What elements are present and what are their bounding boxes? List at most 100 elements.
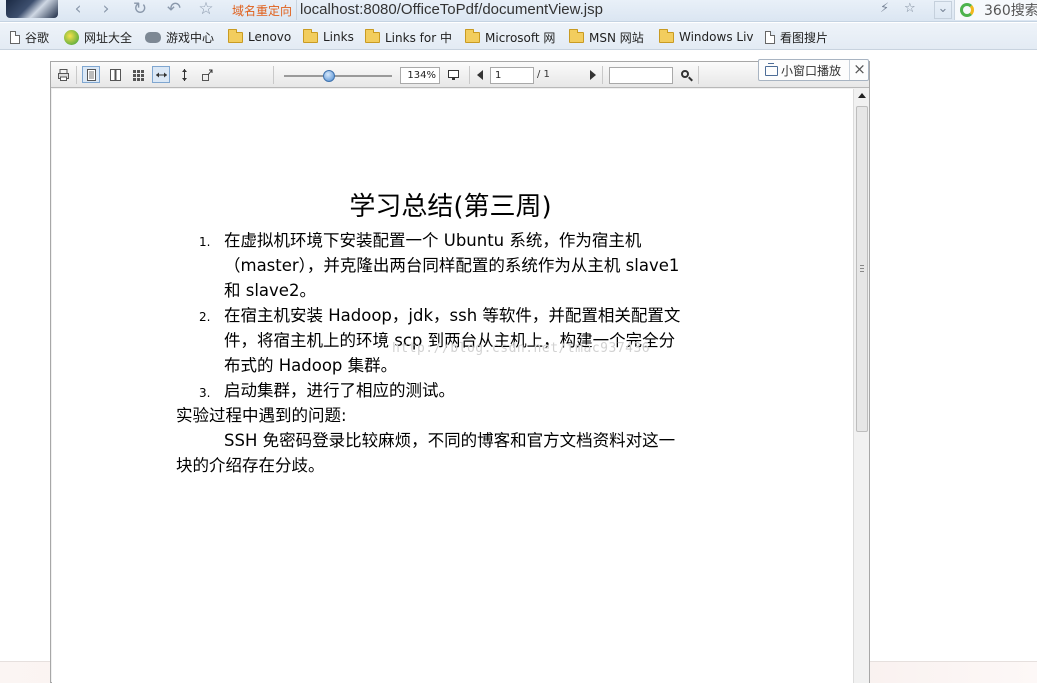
single-page-button[interactable] <box>82 66 100 83</box>
zoom-slider-thumb[interactable] <box>323 70 335 82</box>
bookmark-item[interactable]: 看图搜片 <box>765 27 828 47</box>
close-icon[interactable]: × <box>849 60 869 80</box>
bookmark-item[interactable]: Windows Liv <box>659 27 754 47</box>
toolbar-separator <box>76 66 77 84</box>
reload-icon[interactable]: ↻ <box>130 0 150 20</box>
bookmark-item[interactable]: Links for 中 <box>365 27 452 47</box>
address-input[interactable]: localhost:8080/OfficeToPdf/documentView.… <box>300 0 603 19</box>
lightning-icon[interactable]: ⚡ <box>880 1 889 16</box>
search-engine-box[interactable]: 360搜索 <box>954 0 1037 20</box>
bookmark-label: Lenovo <box>248 30 292 44</box>
bookmark-item[interactable]: MSN 网站 <box>569 27 644 47</box>
page-icon <box>765 30 775 44</box>
list-number: 2. <box>199 310 211 324</box>
print-button[interactable] <box>54 66 72 83</box>
two-page-icon <box>110 69 121 81</box>
problems-line: 块的介绍存在分歧。 <box>176 456 325 475</box>
undo-icon[interactable]: ↶ <box>164 0 184 20</box>
bookmark-item[interactable]: 网址大全 <box>64 27 132 47</box>
scroll-grip-icon <box>860 265 864 273</box>
bookmarks-bar: 谷歌 网址大全 游戏中心 Lenovo Links Links for 中 Mi… <box>0 23 1037 50</box>
folder-icon <box>465 28 480 43</box>
address-dropdown-icon[interactable]: ⌄ <box>934 1 952 19</box>
search-engine-label: 360搜索 <box>984 3 1037 19</box>
page-number-input[interactable]: 1 <box>490 67 534 84</box>
list-item-line: 在宿主机安装 Hadoop，jdk，ssh 等软件，并配置相关配置文 <box>224 306 681 325</box>
bookmark-label: Links for 中 <box>385 30 452 45</box>
page-icon <box>10 30 20 44</box>
list-item-line: 启动集群，进行了相应的测试。 <box>224 381 455 400</box>
favorite-icon[interactable]: ☆ <box>196 0 216 20</box>
toolbar-separator <box>273 66 274 84</box>
scroll-up-icon[interactable] <box>858 93 866 98</box>
fit-height-button[interactable] <box>175 66 193 83</box>
gamepad-icon <box>145 31 161 43</box>
bookmark-label: 游戏中心 <box>166 30 215 45</box>
thumbnail-grid-button[interactable] <box>129 66 147 83</box>
folder-icon <box>365 28 380 43</box>
bookmark-label: Windows Liv <box>679 30 754 44</box>
fit-height-icon <box>182 69 187 81</box>
bookmark-item[interactable]: Lenovo <box>228 27 291 47</box>
list-item-line: 和 slave2。 <box>224 281 316 300</box>
bookmark-label: Links <box>323 30 354 44</box>
bookmark-label: 谷歌 <box>25 30 50 45</box>
list-item-line: 布式的 Hadoop 集群。 <box>224 356 398 375</box>
fit-width-button[interactable] <box>152 66 170 83</box>
bookmark-item[interactable]: 谷歌 <box>10 27 49 47</box>
presentation-button[interactable] <box>444 66 462 83</box>
folder-icon <box>228 28 243 43</box>
folder-icon <box>303 28 318 43</box>
print-icon <box>58 69 69 81</box>
next-page-icon[interactable] <box>590 70 596 80</box>
bookmark-label: 看图搜片 <box>780 30 829 45</box>
viewer-toolbar: 134% 1 / 1 <box>51 62 869 88</box>
zoom-slider-track[interactable] <box>284 75 392 77</box>
redirect-badge[interactable]: 域名重定向 <box>228 0 298 20</box>
browser-address-bar: ‹ › ↻ ↶ ☆ 域名重定向 localhost:8080/OfficeToP… <box>0 0 1037 22</box>
bookmark-item[interactable]: Microsoft 网 <box>465 27 555 47</box>
mini-player-popup[interactable]: 小窗口播放 × <box>758 59 869 81</box>
search-icon[interactable] <box>681 70 689 78</box>
document-viewer: 134% 1 / 1 学习总结(第三周) 1. 在虚拟机环境下安装配置一个 Ub… <box>50 61 870 683</box>
fullscreen-button[interactable] <box>198 66 216 83</box>
grid-icon <box>133 70 144 81</box>
document-title: 学习总结(第三周) <box>349 192 552 222</box>
bookmark-item[interactable]: 游戏中心 <box>145 27 214 47</box>
folder-icon <box>569 28 584 43</box>
scrollbar-thumb[interactable] <box>856 106 868 432</box>
list-item-line: （master），并克隆出两台同样配置的系统作为从主机 slave1 <box>224 256 680 275</box>
list-number: 3. <box>199 386 211 400</box>
folder-icon <box>659 28 674 43</box>
bookmark-label: MSN 网站 <box>589 30 644 45</box>
bookmark-item[interactable]: Links <box>303 27 354 47</box>
bookmark-star-icon[interactable]: ☆ <box>904 1 916 16</box>
fullscreen-icon <box>202 69 213 81</box>
bookmark-label: Microsoft 网 <box>485 30 556 45</box>
bookmark-label: 网址大全 <box>84 30 133 45</box>
find-input[interactable] <box>609 67 673 84</box>
toolbar-separator <box>602 66 603 84</box>
monitor-icon <box>448 70 459 80</box>
watermark-text: http://blog.csdn.net/tmac937436 <box>392 341 651 356</box>
list-item-line: 在虚拟机环境下安装配置一个 Ubuntu 系统，作为宿主机 <box>224 231 642 250</box>
fit-width-icon <box>156 72 167 78</box>
forward-icon[interactable]: › <box>96 0 116 20</box>
back-icon[interactable]: ‹ <box>68 0 88 20</box>
toolbar-separator <box>698 66 699 84</box>
user-avatar[interactable] <box>6 0 58 18</box>
search-engine-logo-icon <box>960 3 974 17</box>
list-number: 1. <box>199 235 211 249</box>
document-content: 学习总结(第三周) 1. 在虚拟机环境下安装配置一个 Ubuntu 系统，作为宿… <box>52 89 853 683</box>
globe-icon <box>64 29 79 45</box>
problems-heading: 实验过程中遇到的问题: <box>176 406 347 425</box>
toolbar-separator <box>469 66 470 84</box>
tv-icon <box>765 63 778 76</box>
two-page-button[interactable] <box>106 66 124 83</box>
page-count: / 1 <box>537 69 550 80</box>
vertical-scrollbar[interactable] <box>853 89 869 683</box>
single-page-icon <box>87 69 96 81</box>
previous-page-icon[interactable] <box>477 70 483 80</box>
zoom-input[interactable]: 134% <box>400 67 440 84</box>
mini-player-label: 小窗口播放 <box>781 64 842 78</box>
